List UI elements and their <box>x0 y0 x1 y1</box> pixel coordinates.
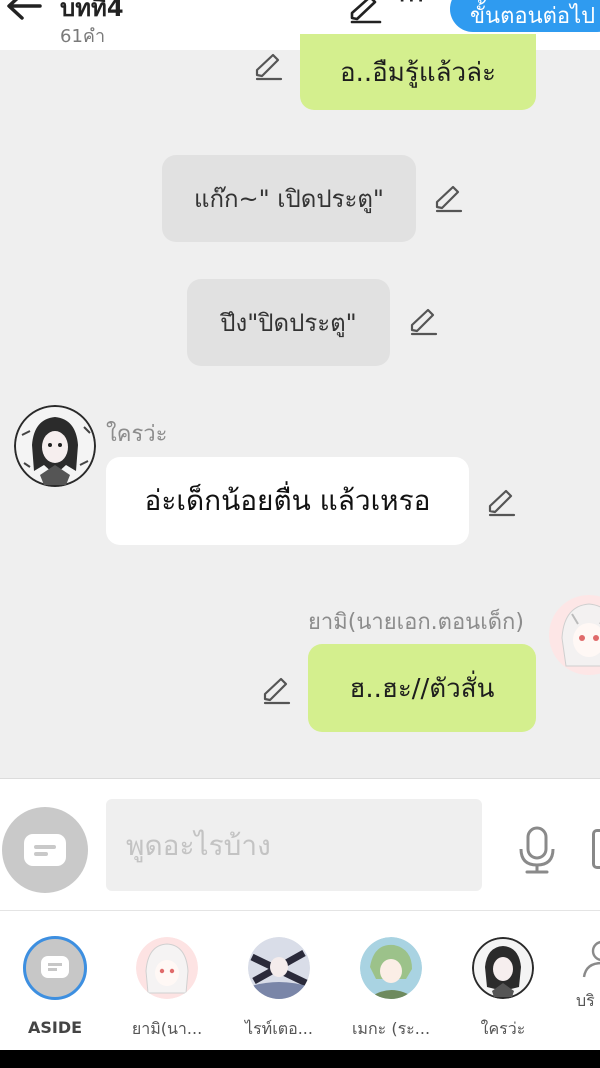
character-avatar[interactable] <box>548 594 600 676</box>
character-item[interactable]: ใครว่ะ <box>453 933 553 1042</box>
edit-message-icon[interactable] <box>407 307 439 337</box>
microphone-icon[interactable] <box>514 825 560 875</box>
character-item[interactable]: ยามิ(นา... <box>117 933 217 1042</box>
character-avatar <box>472 937 534 999</box>
edit-message-icon[interactable] <box>252 52 284 82</box>
image-icon[interactable] <box>592 829 600 869</box>
character-avatar <box>360 937 422 999</box>
more-options-icon[interactable]: ··· <box>398 0 426 16</box>
character-avatar <box>136 937 198 999</box>
message-icon <box>24 834 66 866</box>
message-bubble-other[interactable]: อ่ะเด็กน้อยตื่น แล้วเหรอ <box>106 457 469 545</box>
edit-message-icon[interactable] <box>432 184 464 214</box>
person-icon <box>582 941 600 978</box>
character-item-aside[interactable]: ASIDE <box>5 933 105 1037</box>
back-arrow-icon[interactable] <box>4 0 44 22</box>
character-item-more[interactable]: บริ <box>560 933 600 1014</box>
message-input[interactable] <box>106 799 482 891</box>
edit-icon[interactable] <box>348 0 382 24</box>
message-bubble-self[interactable]: ฮ..ฮะ//ตัวสั่น <box>308 644 536 732</box>
character-label: ASIDE <box>27 1018 83 1037</box>
character-avatar[interactable] <box>14 405 96 487</box>
edit-message-icon[interactable] <box>485 488 517 518</box>
aside-icon <box>23 936 87 1000</box>
character-label: ยามิ(นา... <box>131 1019 203 1038</box>
composer-bar <box>0 778 600 910</box>
system-navigation-bar <box>0 1050 600 1068</box>
character-label: เมกะ (ระ... <box>351 1019 431 1038</box>
edit-message-icon[interactable] <box>260 676 292 706</box>
speaker-name: ยามิ(นายเอก.ตอนเด็ก) <box>308 610 524 635</box>
character-item[interactable]: เมกะ (ระ... <box>341 933 441 1042</box>
character-label: ใครว่ะ <box>480 1019 526 1038</box>
speaker-name: ใครว่ะ <box>106 422 168 447</box>
message-bubble-self[interactable]: อ..อืมรู้แล้วล่ะ <box>300 34 536 110</box>
narration-bubble[interactable]: แก๊ก~" เปิดประตู" <box>162 155 416 242</box>
character-avatar <box>248 937 310 999</box>
aside-toggle-button[interactable] <box>2 807 88 893</box>
character-item[interactable]: ไรท์เตอ... <box>229 933 329 1042</box>
next-step-button[interactable]: ขั้นตอนต่อไป <box>450 0 600 32</box>
character-selector: ASIDE ยามิ(นา... ไรท์เตอ... เมกะ (ระ... <box>0 910 600 1050</box>
word-count: 61คำ <box>60 26 106 47</box>
narration-bubble[interactable]: ปึง"ปิดประตู" <box>187 279 390 366</box>
character-label: บริ <box>576 991 595 1010</box>
character-label: ไรท์เตอ... <box>245 1019 313 1038</box>
